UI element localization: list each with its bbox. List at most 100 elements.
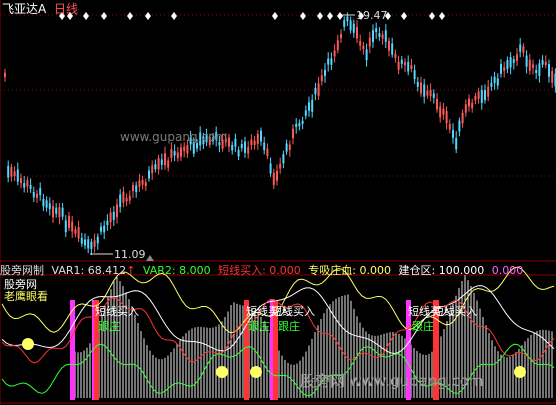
- signal-follow-1: 跟庄: [98, 320, 120, 333]
- candle-body: [327, 58, 330, 65]
- signal-marker-icon: [145, 12, 151, 20]
- indicator-name-left2: 老鹰眼看: [4, 290, 48, 303]
- chart-title: 飞亚达A 日线: [2, 0, 78, 17]
- candle-body: [349, 20, 352, 31]
- candle-body: [432, 93, 435, 98]
- signal-marker-icon: [401, 12, 407, 20]
- candle-body: [84, 239, 86, 246]
- candle-body: [263, 142, 266, 151]
- candle-body: [266, 148, 269, 157]
- candle-body: [29, 185, 32, 189]
- candle-body: [455, 138, 458, 150]
- signal-marker-icon: [429, 12, 435, 20]
- candle-body: [336, 40, 339, 51]
- candle-body: [128, 196, 131, 201]
- candle-body: [247, 147, 250, 154]
- candle-body: [384, 30, 387, 42]
- candle-body: [375, 28, 378, 33]
- signal-marker-icon: [327, 12, 333, 20]
- candle-body: [269, 163, 272, 174]
- candle-body: [87, 239, 90, 249]
- signal-follow-4: 跟庄: [412, 320, 434, 333]
- candle-body: [544, 61, 547, 66]
- candle-body: [276, 170, 278, 181]
- candle-body: [352, 23, 355, 33]
- candle-body: [416, 81, 419, 87]
- candle-body: [125, 197, 128, 202]
- candle-body: [301, 120, 304, 124]
- build-value: 建仓区: 100.000: [398, 264, 485, 277]
- candle-body: [343, 20, 346, 27]
- candle-body: [160, 159, 163, 165]
- candle-body: [298, 123, 301, 127]
- candle-body: [48, 203, 51, 210]
- candle-body: [292, 128, 294, 139]
- candle-body: [461, 112, 464, 124]
- candle-body: [503, 67, 506, 72]
- smiley-icon: [250, 366, 262, 378]
- candle-body: [528, 59, 531, 71]
- candle-body: [109, 212, 112, 223]
- candle-body: [295, 123, 298, 128]
- candle-body: [20, 178, 22, 184]
- candle-body: [487, 86, 490, 97]
- candle-body: [288, 144, 291, 150]
- candle-body: [516, 54, 518, 62]
- candle-body: [16, 169, 19, 182]
- watermark-top: www.gupang.com: [120, 130, 228, 144]
- candle-body: [378, 33, 381, 37]
- candle-body: [458, 120, 461, 132]
- candle-body: [490, 82, 493, 87]
- candle-body: [330, 58, 333, 65]
- candle-body: [410, 65, 413, 69]
- smiley-icon: [216, 366, 228, 378]
- var2-value: VAR2: 8.000: [142, 264, 211, 277]
- candle-body: [391, 43, 394, 55]
- var1-value: VAR1: 68.412: [51, 264, 127, 277]
- candle-body: [4, 72, 6, 77]
- candle-body: [311, 99, 314, 112]
- candle-body: [404, 62, 406, 66]
- candle-body: [394, 53, 397, 58]
- candle-body: [448, 124, 451, 130]
- signal-bar: [70, 300, 75, 400]
- candle-body: [372, 30, 374, 43]
- chart-canvas[interactable]: [0, 0, 556, 405]
- candle-body: [36, 193, 38, 199]
- candle-body: [135, 185, 138, 193]
- candle-body: [26, 180, 29, 187]
- candle-body: [253, 140, 256, 145]
- candle-body: [170, 149, 173, 158]
- candle-body: [167, 160, 170, 168]
- signal-marker-icon: [300, 12, 306, 20]
- candle-body: [532, 64, 534, 68]
- candle-body: [512, 59, 515, 63]
- candle-body: [244, 141, 246, 153]
- candle-body: [324, 69, 326, 76]
- candle-body: [231, 144, 234, 151]
- candle-body: [71, 221, 74, 232]
- candle-body: [333, 50, 336, 57]
- candle-body: [148, 170, 150, 179]
- absorb-value: 专吸庄血: 0.000: [308, 264, 391, 277]
- candle-body: [500, 64, 502, 74]
- candle-body: [381, 34, 384, 39]
- candle-body: [7, 165, 10, 178]
- candle-body: [93, 240, 96, 247]
- candle-body: [103, 225, 106, 233]
- var1-arrow-icon: ↑: [126, 264, 136, 277]
- candle-body: [365, 49, 368, 61]
- candle-body: [55, 207, 58, 214]
- candle-body: [279, 163, 282, 169]
- candle-body: [368, 37, 371, 47]
- signal-buy-5: 短线买入: [433, 305, 477, 318]
- candle-body: [96, 236, 99, 244]
- candle-body: [493, 76, 496, 84]
- candle-body: [80, 237, 83, 244]
- candle-body: [260, 130, 262, 142]
- candle-body: [52, 205, 54, 218]
- candle-body: [183, 146, 186, 152]
- candle-body: [74, 229, 77, 234]
- candle-body: [362, 45, 365, 50]
- high-price-marker: 19.47: [356, 9, 388, 22]
